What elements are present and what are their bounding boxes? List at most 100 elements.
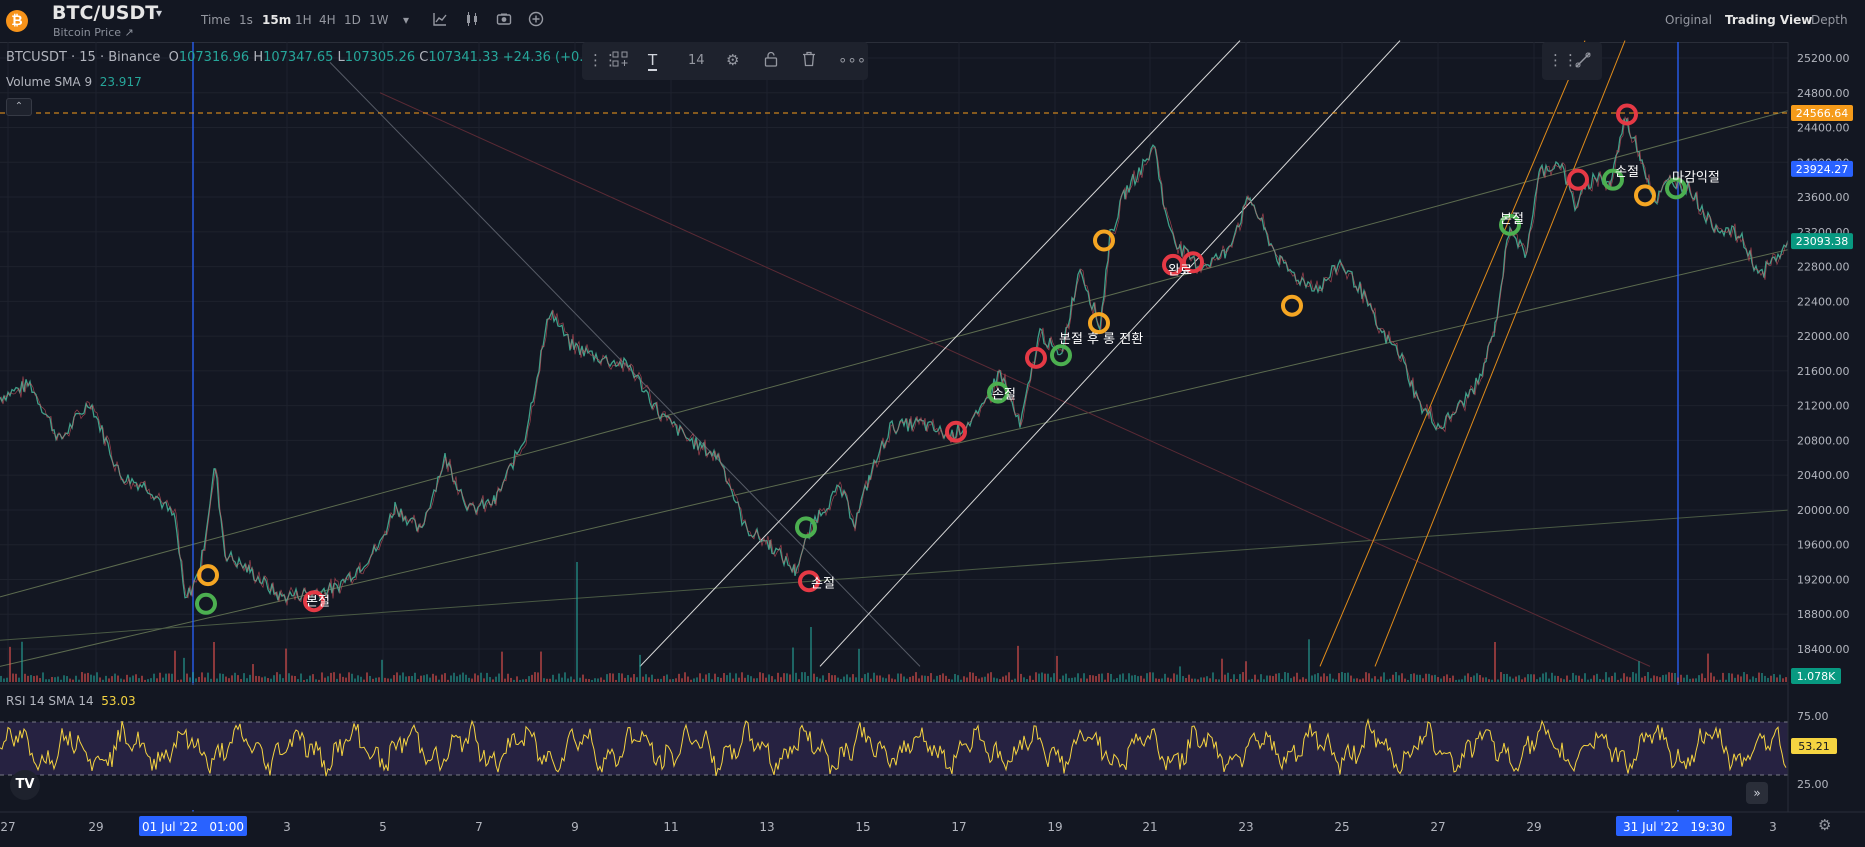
volume-bar bbox=[1272, 676, 1274, 682]
volume-bar bbox=[1419, 674, 1421, 682]
volume-bar bbox=[1758, 672, 1760, 682]
price-tick-label: 20000.00 bbox=[1797, 504, 1850, 517]
volume-bar bbox=[255, 675, 257, 682]
chart-settings-gear-icon[interactable]: ⚙ bbox=[1818, 816, 1831, 834]
volume-bar bbox=[1071, 677, 1073, 682]
volume-bar bbox=[1002, 676, 1004, 682]
volume-bar bbox=[885, 678, 887, 682]
lock-icon[interactable] bbox=[764, 51, 778, 71]
volume-bar bbox=[276, 672, 278, 682]
price-tick-label: 24400.00 bbox=[1797, 122, 1850, 135]
volume-bar bbox=[564, 672, 566, 682]
volume-bar bbox=[678, 673, 680, 682]
volume-bar bbox=[18, 677, 20, 682]
volume-bar bbox=[537, 672, 539, 682]
trade-annotation: 본절 후 롱 전환 bbox=[1059, 332, 1143, 347]
volume-bar bbox=[570, 676, 572, 682]
volume-bar bbox=[1020, 673, 1022, 682]
volume-bar bbox=[54, 677, 56, 682]
volume-bar bbox=[30, 675, 32, 682]
volume-bar bbox=[699, 673, 701, 682]
volume-bar bbox=[1659, 677, 1661, 682]
trade-markers bbox=[195, 103, 1687, 615]
volume-bar bbox=[1392, 674, 1394, 682]
volume-bar bbox=[474, 673, 476, 682]
volume-bar bbox=[1605, 672, 1607, 682]
volume-label: Volume SMA 9 bbox=[6, 75, 93, 89]
volume-bar bbox=[435, 675, 437, 682]
volume-bar bbox=[1473, 675, 1475, 682]
volume-bar bbox=[1464, 675, 1466, 682]
volume-bar bbox=[219, 673, 221, 682]
volume-bar bbox=[1170, 678, 1172, 682]
price-badge-label: 24566.64 bbox=[1796, 107, 1849, 120]
volume-bar bbox=[1218, 679, 1220, 682]
volume-bar bbox=[690, 679, 692, 682]
volume-bar bbox=[990, 672, 992, 682]
settings-icon[interactable]: ⚙ bbox=[726, 51, 739, 69]
volume-bar bbox=[627, 675, 629, 682]
volume-bar bbox=[51, 676, 53, 682]
volume-bar bbox=[1488, 679, 1490, 682]
volume-bar bbox=[492, 679, 494, 682]
volume-bar bbox=[1113, 679, 1115, 682]
trendline-tool-icon[interactable] bbox=[1574, 51, 1592, 73]
volume-bar bbox=[519, 679, 521, 682]
template-icon[interactable] bbox=[612, 51, 628, 71]
font-size-value[interactable]: 14 bbox=[688, 53, 705, 68]
price-chart[interactable]: 본절손절손절본절 후 롱 전환완료본절손절 마감익절 25200.0024800.… bbox=[0, 0, 1865, 847]
price-tick-label: 22800.00 bbox=[1797, 261, 1850, 274]
volume-bar bbox=[1617, 679, 1619, 682]
volume-bar bbox=[1500, 672, 1502, 682]
legend-high: 107347.65 bbox=[263, 50, 334, 65]
volume-bar bbox=[612, 673, 614, 682]
volume-bar bbox=[189, 677, 191, 682]
volume-bar bbox=[867, 672, 869, 682]
volume-bar bbox=[825, 679, 827, 682]
volume-bar bbox=[837, 677, 839, 682]
volume-bar bbox=[1785, 677, 1787, 682]
volume-bar bbox=[1341, 672, 1343, 682]
trade-annotation: 손절 bbox=[1615, 165, 1639, 180]
volume-bar bbox=[561, 677, 563, 682]
text-tool-icon[interactable]: T bbox=[648, 51, 658, 71]
volume-bar bbox=[1395, 672, 1397, 682]
volume-bar bbox=[231, 675, 233, 682]
legend-close: 107341.33 bbox=[428, 50, 499, 65]
more-icon[interactable]: ∘∘∘ bbox=[838, 51, 866, 69]
volume-bar bbox=[1044, 673, 1046, 682]
volume-bar bbox=[972, 672, 974, 682]
volume-bar bbox=[1479, 675, 1481, 682]
time-tick-label: 9 bbox=[571, 820, 579, 834]
time-tick-label: 29 bbox=[1526, 820, 1541, 834]
volume-bar bbox=[666, 674, 668, 682]
volume-value: 23.917 bbox=[99, 75, 142, 89]
line-toolbar: ⋮⋮ bbox=[1542, 42, 1602, 80]
volume-bar bbox=[609, 673, 611, 682]
volume-bar bbox=[1449, 677, 1451, 682]
volume-bar bbox=[339, 673, 341, 682]
volume-bar bbox=[1332, 678, 1334, 682]
volume-bar bbox=[855, 677, 857, 682]
rsi-axis-badge: 53.21 bbox=[1791, 738, 1837, 754]
rsi-tick-25: 25.00 bbox=[1797, 778, 1829, 791]
volume-bar bbox=[432, 673, 434, 682]
volume-bar bbox=[354, 678, 356, 682]
volume-bar bbox=[1278, 673, 1280, 682]
volume-bar bbox=[594, 678, 596, 682]
volume-bar bbox=[1359, 679, 1361, 682]
volume-bar bbox=[309, 675, 311, 682]
volume-bar bbox=[1284, 672, 1286, 682]
volume-bar bbox=[1680, 674, 1682, 682]
collapse-legend-button[interactable]: ⌃ bbox=[6, 98, 32, 116]
volume-bar bbox=[1368, 673, 1370, 682]
volume-bar bbox=[1212, 672, 1214, 682]
volume-bar bbox=[1491, 679, 1493, 682]
volume-bar bbox=[69, 678, 71, 682]
volume-bar bbox=[1572, 672, 1574, 682]
scroll-to-latest-button[interactable]: » bbox=[1746, 782, 1768, 804]
volume-bar bbox=[1560, 678, 1562, 682]
volume-bar bbox=[150, 678, 152, 682]
trash-icon[interactable] bbox=[802, 51, 816, 71]
volume-bar bbox=[1665, 674, 1667, 682]
